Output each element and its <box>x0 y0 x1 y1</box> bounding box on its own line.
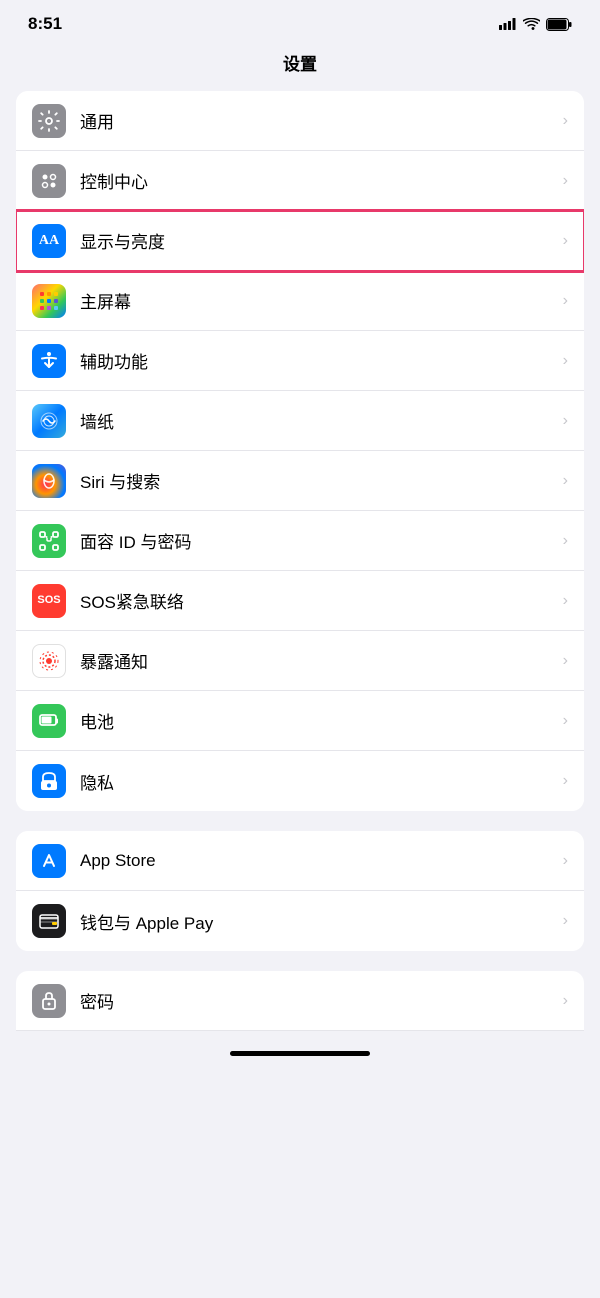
general-icon <box>32 104 66 138</box>
passwords-chevron: › <box>563 992 568 1010</box>
general-label: 通用 <box>80 108 555 133</box>
settings-item-home-screen[interactable]: 主屏幕 › <box>16 271 584 331</box>
settings-item-face-id[interactable]: 面容 ID 与密码 › <box>16 511 584 571</box>
sos-icon: SOS <box>32 584 66 618</box>
passwords-label: 密码 <box>80 988 555 1013</box>
display-icon: AA <box>32 224 66 258</box>
settings-item-privacy[interactable]: 隐私 › <box>16 751 584 811</box>
battery-chevron: › <box>563 712 568 730</box>
wallpaper-label: 墙纸 <box>80 408 555 433</box>
privacy-chevron: › <box>563 772 568 790</box>
control-center-icon <box>32 164 66 198</box>
settings-item-wallet[interactable]: 钱包与 Apple Pay › <box>16 891 584 951</box>
settings-item-general[interactable]: 通用 › <box>16 91 584 151</box>
settings-item-accessibility[interactable]: 辅助功能 › <box>16 331 584 391</box>
exposure-label: 暴露通知 <box>80 648 555 673</box>
section-1: 通用 › 控制中心 › AA 显示与亮度 › <box>16 91 584 811</box>
privacy-label: 隐私 <box>80 769 555 794</box>
face-id-chevron: › <box>563 532 568 550</box>
home-indicator-area <box>0 1051 600 1056</box>
home-screen-chevron: › <box>563 292 568 310</box>
settings-item-wallpaper[interactable]: 墙纸 › <box>16 391 584 451</box>
battery-label: 电池 <box>80 708 555 733</box>
passwords-icon <box>32 984 66 1018</box>
wallpaper-icon <box>32 404 66 438</box>
display-chevron: › <box>563 232 568 250</box>
control-center-chevron: › <box>563 172 568 190</box>
wallpaper-chevron: › <box>563 412 568 430</box>
section-2: App Store › 钱包与 Apple Pay › <box>16 831 584 951</box>
general-chevron: › <box>563 112 568 130</box>
battery-icon <box>546 18 572 31</box>
status-bar: 8:51 <box>0 0 600 42</box>
section-3: 密码 › <box>16 971 584 1031</box>
exposure-chevron: › <box>563 652 568 670</box>
settings-item-exposure[interactable]: 暴露通知 › <box>16 631 584 691</box>
accessibility-label: 辅助功能 <box>80 348 555 373</box>
settings-item-app-store[interactable]: App Store › <box>16 831 584 891</box>
app-store-icon <box>32 844 66 878</box>
siri-chevron: › <box>563 472 568 490</box>
status-time: 8:51 <box>28 14 62 34</box>
face-id-label: 面容 ID 与密码 <box>80 528 555 553</box>
status-icons <box>499 18 572 31</box>
settings-item-passwords[interactable]: 密码 › <box>16 971 584 1031</box>
siri-label: Siri 与搜索 <box>80 468 555 493</box>
home-screen-label: 主屏幕 <box>80 288 555 313</box>
wallet-chevron: › <box>563 912 568 930</box>
home-indicator <box>230 1051 370 1056</box>
privacy-icon <box>32 764 66 798</box>
settings-item-sos[interactable]: SOS SOS紧急联络 › <box>16 571 584 631</box>
exposure-icon <box>32 644 66 678</box>
control-center-label: 控制中心 <box>80 168 555 193</box>
sos-chevron: › <box>563 592 568 610</box>
wifi-icon <box>523 18 540 31</box>
home-screen-icon <box>32 284 66 318</box>
settings-item-control-center[interactable]: 控制中心 › <box>16 151 584 211</box>
settings-item-siri[interactable]: Siri 与搜索 › <box>16 451 584 511</box>
page-title: 设置 <box>0 42 600 91</box>
app-store-label: App Store <box>80 851 555 871</box>
display-label: 显示与亮度 <box>80 228 555 253</box>
battery-settings-icon <box>32 704 66 738</box>
signal-icon <box>499 18 517 30</box>
wallet-icon <box>32 904 66 938</box>
face-id-icon <box>32 524 66 558</box>
settings-item-display[interactable]: AA 显示与亮度 › <box>16 211 584 271</box>
app-store-chevron: › <box>563 852 568 870</box>
accessibility-chevron: › <box>563 352 568 370</box>
wallet-label: 钱包与 Apple Pay <box>80 909 555 934</box>
accessibility-icon <box>32 344 66 378</box>
sos-label: SOS紧急联络 <box>80 588 555 613</box>
siri-icon <box>32 464 66 498</box>
settings-item-battery[interactable]: 电池 › <box>16 691 584 751</box>
